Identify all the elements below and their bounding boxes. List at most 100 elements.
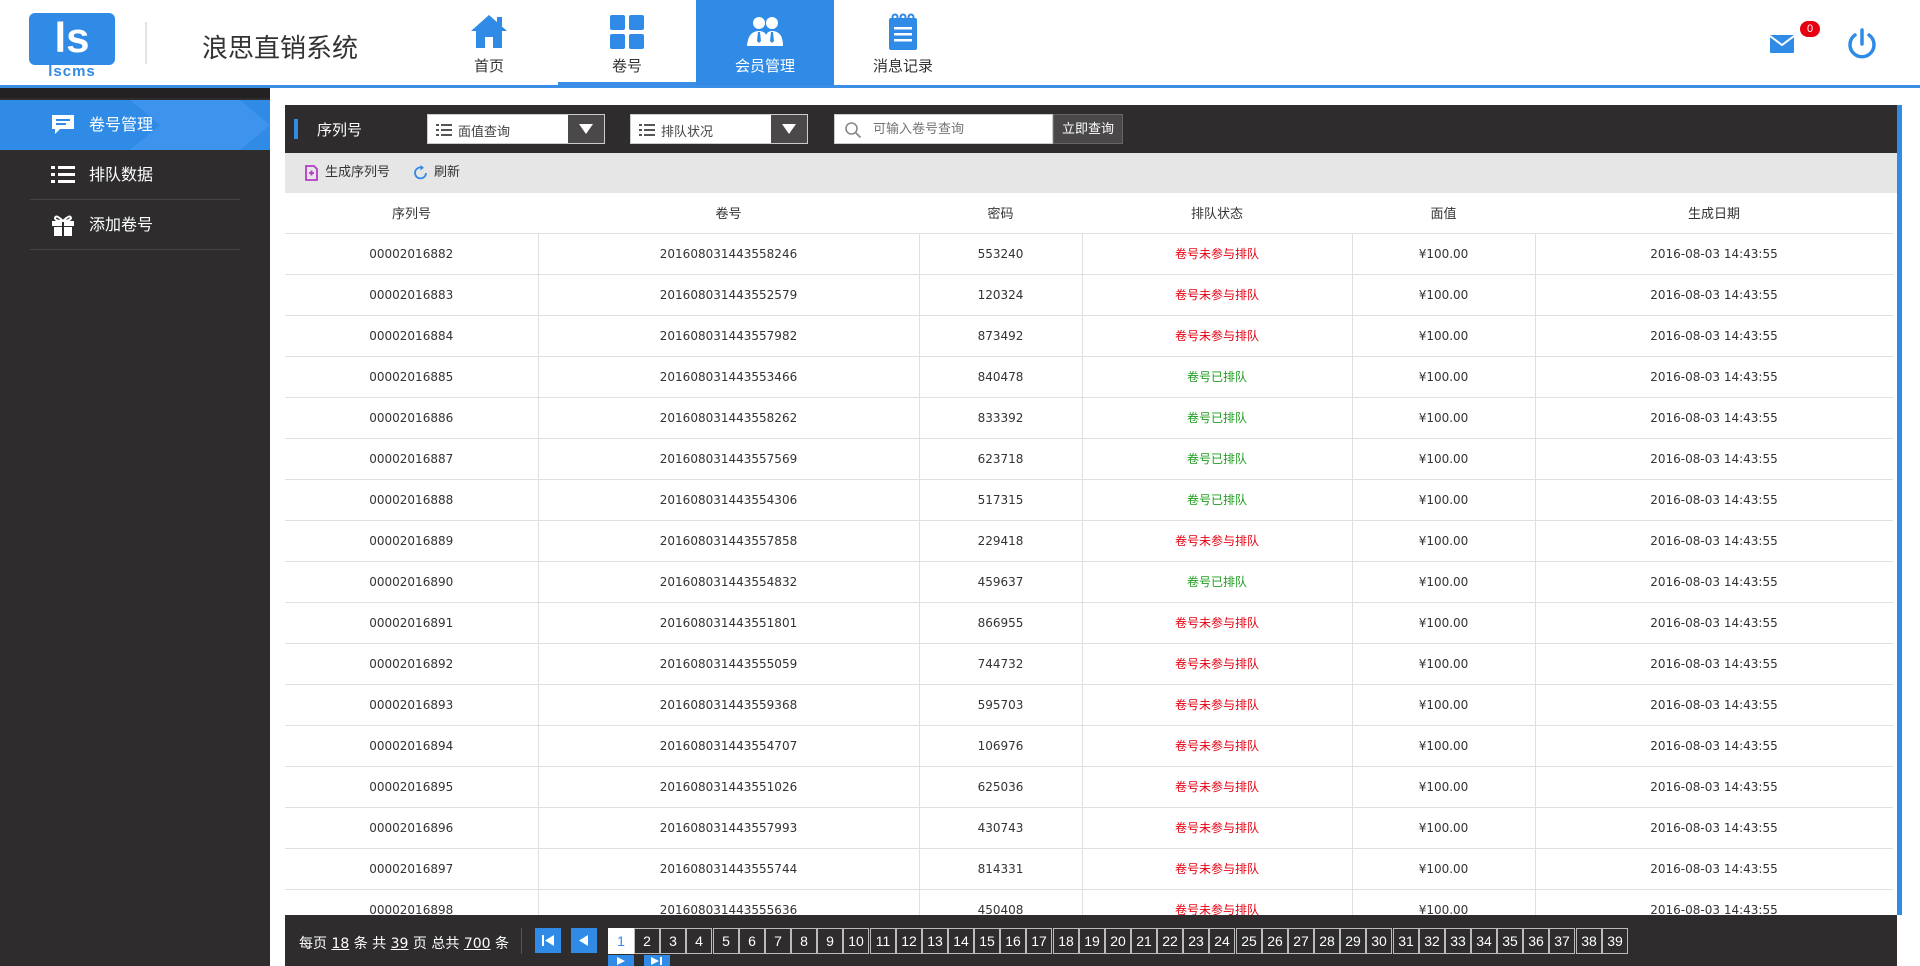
last-page-icon[interactable] — [644, 955, 670, 966]
table-cell: 卷号已排队 — [1081, 560, 1353, 603]
first-page-icon[interactable] — [535, 928, 561, 953]
page-number-button[interactable]: 17 — [1026, 928, 1052, 954]
nav-volume[interactable]: 卷号 — [558, 0, 696, 85]
column-header[interactable]: 卷号 — [538, 193, 919, 234]
page-number-button[interactable]: 21 — [1131, 928, 1157, 954]
page-number-button[interactable]: 23 — [1183, 928, 1209, 954]
table-row[interactable]: 00002016886 201608031443558262 833392 卷号已排队… — [285, 396, 1893, 439]
power-icon[interactable] — [1845, 27, 1879, 61]
mail-icon[interactable] — [1769, 33, 1797, 55]
nav-messages[interactable]: 消息记录 — [834, 0, 972, 85]
page-number-button[interactable]: 39 — [1602, 928, 1628, 954]
page-number-button[interactable]: 35 — [1497, 928, 1523, 954]
page-number-button[interactable]: 34 — [1471, 928, 1497, 954]
column-header[interactable]: 密码 — [919, 193, 1082, 234]
table-row[interactable]: 00002016883 201608031443552579 120324 卷号未参与… — [285, 273, 1893, 316]
page-number-button[interactable]: 24 — [1209, 928, 1235, 954]
column-header[interactable]: 序列号 — [285, 193, 538, 234]
table-row[interactable]: 00002016890 201608031443554832 459637 卷号已排队… — [285, 560, 1893, 603]
table-row[interactable]: 00002016892 201608031443555059 744732 卷号未参与… — [285, 642, 1893, 685]
page-number-button[interactable]: 38 — [1576, 928, 1602, 954]
face-value-select[interactable]: 面值查询 — [427, 114, 605, 144]
page-number-button[interactable]: 25 — [1236, 928, 1262, 954]
page-number-button[interactable]: 18 — [1053, 928, 1079, 954]
sidebar-item-label: 添加卷号 — [89, 215, 154, 234]
page-number-button[interactable]: 10 — [843, 928, 869, 954]
page-number-button[interactable]: 26 — [1262, 928, 1288, 954]
sidebar-item-add-volume[interactable]: 添加卷号 — [30, 200, 240, 250]
page-number-button[interactable]: 4 — [686, 928, 712, 954]
page-number-button[interactable]: 20 — [1105, 928, 1131, 954]
table-cell: 卷号已排队 — [1081, 437, 1353, 480]
table-cell: ¥100.00 — [1351, 519, 1536, 562]
members-icon — [747, 17, 783, 46]
table-cell: 00002016892 — [285, 642, 539, 685]
page-number-button[interactable]: 9 — [817, 928, 843, 954]
page-number-button[interactable]: 15 — [974, 928, 1000, 954]
page-number-button[interactable]: 7 — [765, 928, 791, 954]
page-number-button[interactable]: 6 — [739, 928, 765, 954]
generate-serial-button[interactable]: 生成序列号 — [303, 163, 403, 183]
table-row[interactable]: 00002016885 201608031443553466 840478 卷号已排队… — [285, 355, 1893, 398]
table-row[interactable]: 00002016896 201608031443557993 430743 卷号未参与… — [285, 806, 1893, 849]
page-number-button[interactable]: 16 — [1000, 928, 1026, 954]
queue-status-select[interactable]: 排队状况 — [630, 114, 808, 144]
table-cell: 卷号未参与排队 — [1081, 642, 1353, 685]
nav-members[interactable]: 会员管理 — [696, 0, 834, 85]
table-cell: 2016-08-03 14:43:55 — [1534, 437, 1893, 480]
page-number-button[interactable]: 2 — [634, 928, 660, 954]
page-number-button[interactable]: 33 — [1445, 928, 1471, 954]
sidebar-item-queue-data[interactable]: 排队数据 — [30, 150, 240, 200]
prev-page-icon[interactable] — [571, 928, 597, 953]
table-cell: ¥100.00 — [1351, 601, 1536, 644]
page-number-button[interactable]: 28 — [1314, 928, 1340, 954]
table-row[interactable]: 00002016898 201608031443555636 450408 卷号未参与… — [285, 888, 1893, 915]
page-number-button[interactable]: 8 — [791, 928, 817, 954]
table-cell: ¥100.00 — [1351, 806, 1536, 849]
page-number-button[interactable]: 1 — [608, 928, 634, 954]
table-row[interactable]: 00002016891 201608031443551801 866955 卷号未参与… — [285, 601, 1893, 644]
column-header[interactable]: 生成日期 — [1535, 193, 1893, 234]
table-row[interactable]: 00002016895 201608031443551026 625036 卷号未参与… — [285, 765, 1893, 808]
search-input[interactable] — [873, 118, 1049, 140]
chevron-down-icon[interactable] — [568, 115, 604, 143]
page-number-button[interactable]: 27 — [1288, 928, 1314, 954]
page-number-button[interactable]: 36 — [1523, 928, 1549, 954]
list-icon — [436, 124, 452, 136]
logo[interactable]: ls — [29, 13, 115, 65]
refresh-button[interactable]: 刷新 — [412, 163, 472, 183]
table-row[interactable]: 00002016882 201608031443558246 553240 卷号未参与… — [285, 232, 1893, 275]
refresh-icon — [414, 165, 427, 180]
table-cell: 2016-08-03 14:43:55 — [1534, 396, 1893, 439]
table-row[interactable]: 00002016888 201608031443554306 517315 卷号已排队… — [285, 478, 1893, 521]
table-row[interactable]: 00002016889 201608031443557858 229418 卷号未参与… — [285, 519, 1893, 562]
column-header[interactable]: 面值 — [1352, 193, 1535, 234]
table-row[interactable]: 00002016894 201608031443554707 106976 卷号未参与… — [285, 724, 1893, 767]
page-number-button[interactable]: 13 — [922, 928, 948, 954]
table-cell: ¥100.00 — [1351, 355, 1536, 398]
page-number-button[interactable]: 19 — [1079, 928, 1105, 954]
chevron-down-icon[interactable] — [771, 115, 807, 143]
table-cell: ¥100.00 — [1351, 847, 1536, 890]
page-number-button[interactable]: 30 — [1366, 928, 1392, 954]
page-number-button[interactable]: 37 — [1549, 928, 1575, 954]
page-number-button[interactable]: 32 — [1419, 928, 1445, 954]
search-button[interactable]: 立即查询 — [1053, 114, 1123, 144]
table-row[interactable]: 00002016893 201608031443559368 595703 卷号未参与… — [285, 683, 1893, 726]
table-row[interactable]: 00002016884 201608031443557982 873492 卷号未参与… — [285, 314, 1893, 357]
page-number-button[interactable]: 3 — [660, 928, 686, 954]
page-number-button[interactable]: 14 — [948, 928, 974, 954]
sidebar-item-volume-management[interactable]: 卷号管理 — [0, 100, 270, 150]
table-row[interactable]: 00002016887 201608031443557569 623718 卷号已排队… — [285, 437, 1893, 480]
page-number-button[interactable]: 11 — [870, 928, 896, 954]
page-number-button[interactable]: 12 — [896, 928, 922, 954]
page-number-button[interactable]: 29 — [1340, 928, 1366, 954]
page-number-button[interactable]: 5 — [713, 928, 739, 954]
next-page-icon[interactable] — [608, 955, 634, 966]
per-page-count[interactable]: 18 — [331, 936, 349, 952]
nav-home[interactable]: 首页 — [420, 0, 558, 85]
page-number-button[interactable]: 31 — [1393, 928, 1419, 954]
table-row[interactable]: 00002016897 201608031443555744 814331 卷号未参与… — [285, 847, 1893, 890]
column-header[interactable]: 排队状态 — [1082, 193, 1352, 234]
page-number-button[interactable]: 22 — [1157, 928, 1183, 954]
